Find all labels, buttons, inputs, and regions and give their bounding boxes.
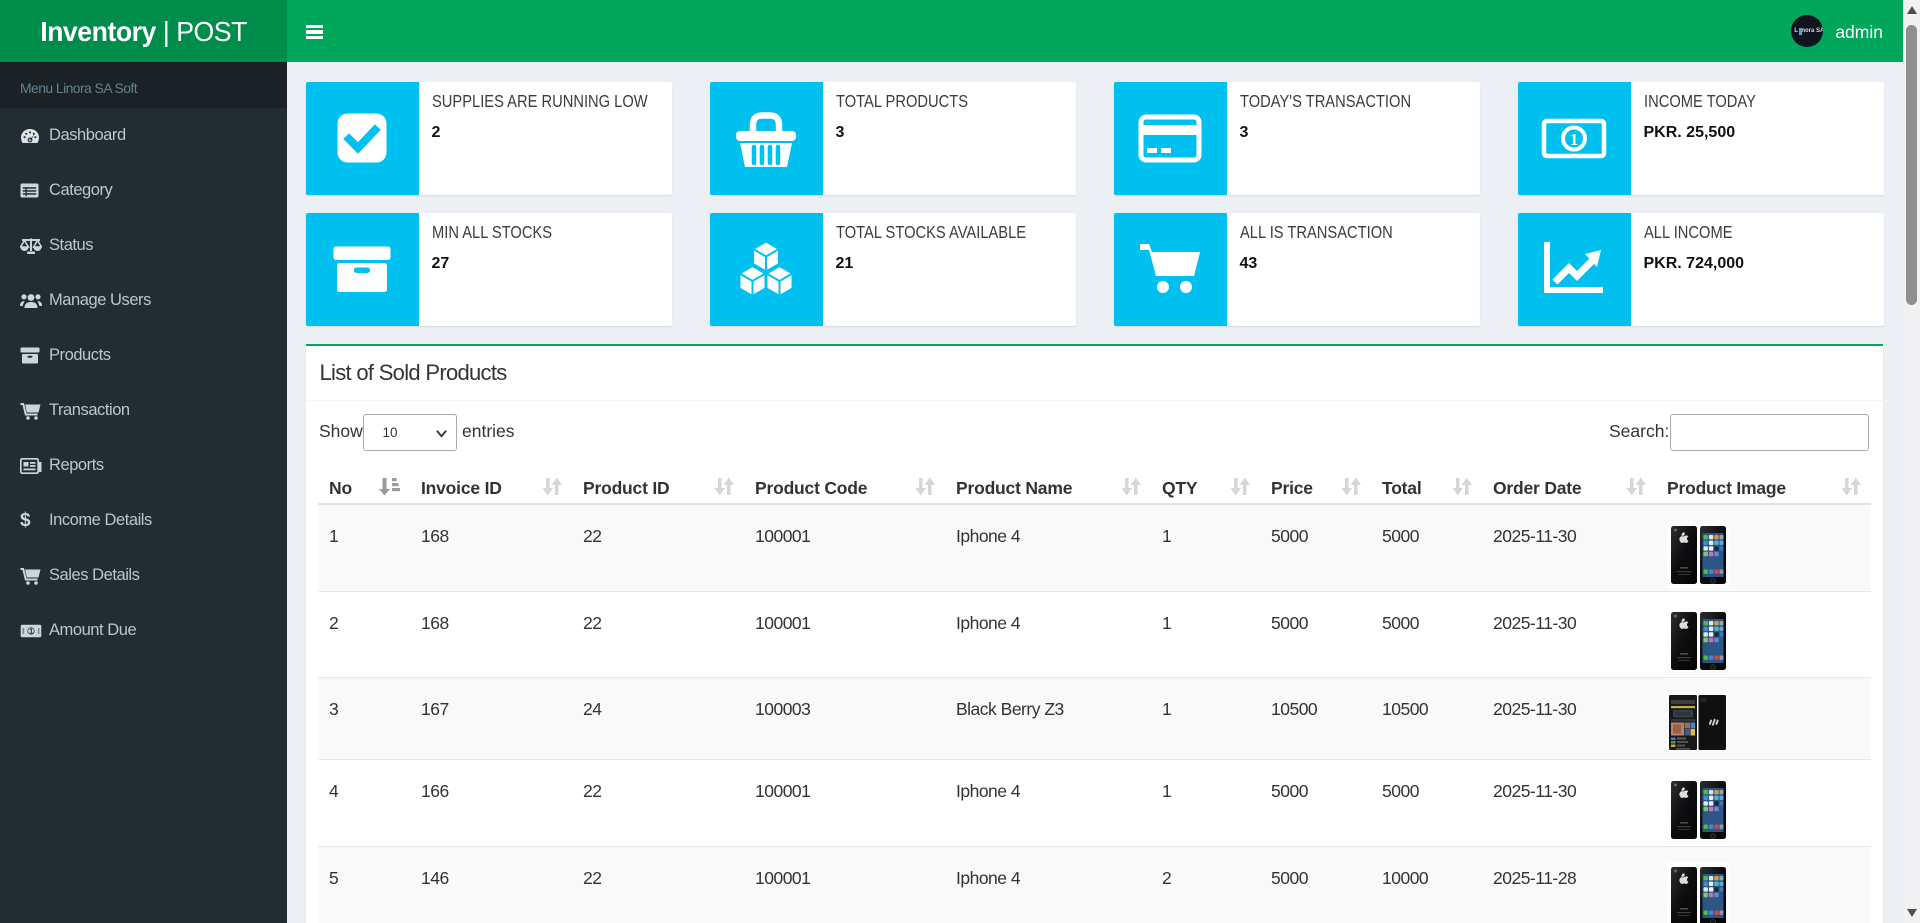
svg-text:1: 1 [1570,130,1579,149]
svg-text:1: 1 [29,628,33,635]
